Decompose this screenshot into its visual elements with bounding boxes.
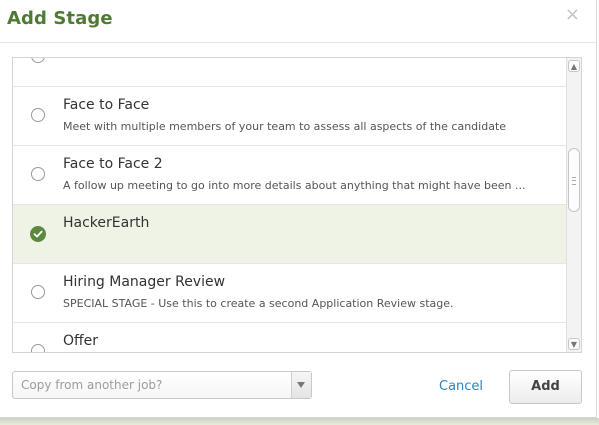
stage-name: Face to Face: [63, 97, 150, 113]
stage-item-hackerearth[interactable]: HackerEarth: [13, 205, 567, 264]
background-strip: [0, 418, 599, 425]
stage-radio[interactable]: [31, 108, 45, 122]
stage-item-face-to-face-2[interactable]: Face to Face 2 A follow up meeting to go…: [13, 146, 567, 205]
header-divider: [0, 42, 597, 43]
copy-from-job-select[interactable]: Copy from another job?: [12, 371, 312, 399]
stage-name: HackerEarth: [63, 215, 150, 231]
stage-name: Face to Face 2: [63, 156, 163, 172]
checkmark-circle-icon[interactable]: [30, 226, 46, 242]
stage-radio[interactable]: [31, 58, 45, 63]
stage-description: SPECIAL STAGE - Use this to create a sec…: [63, 297, 454, 310]
stage-list: Face to Face Meet with multiple members …: [12, 57, 582, 353]
stage-list-viewport: Face to Face Meet with multiple members …: [13, 58, 567, 352]
cancel-link[interactable]: Cancel: [439, 379, 483, 394]
scrollbar-thumb[interactable]: [568, 148, 580, 212]
stage-item-offer[interactable]: Offer: [13, 323, 567, 352]
stage-description: A follow up meeting to go into more deta…: [63, 179, 526, 192]
close-icon[interactable]: ×: [565, 5, 580, 25]
list-scrollbar[interactable]: ▲ ▼: [566, 58, 581, 352]
grip-icon: [572, 177, 576, 185]
copy-from-job-placeholder: Copy from another job?: [21, 378, 163, 392]
scroll-up-arrow-icon[interactable]: ▲: [568, 60, 580, 72]
stage-description: Meet with multiple members of your team …: [63, 120, 507, 133]
dialog-title: Add Stage: [7, 8, 113, 29]
stage-radio[interactable]: [31, 285, 45, 299]
stage-item[interactable]: [13, 58, 567, 87]
stage-name: Hiring Manager Review: [63, 274, 226, 290]
stage-item-hiring-manager-review[interactable]: Hiring Manager Review SPECIAL STAGE - Us…: [13, 264, 567, 323]
stage-radio[interactable]: [31, 344, 45, 352]
stage-item-face-to-face[interactable]: Face to Face Meet with multiple members …: [13, 87, 567, 146]
add-stage-dialog: Add Stage × Face to Face Meet with multi…: [0, 0, 597, 418]
add-button[interactable]: Add: [509, 370, 582, 404]
dropdown-toggle[interactable]: [291, 372, 311, 398]
stage-radio[interactable]: [31, 167, 45, 181]
stage-name: Offer: [63, 333, 99, 349]
chevron-down-icon: [297, 382, 305, 388]
scroll-down-arrow-icon[interactable]: ▼: [568, 338, 580, 350]
